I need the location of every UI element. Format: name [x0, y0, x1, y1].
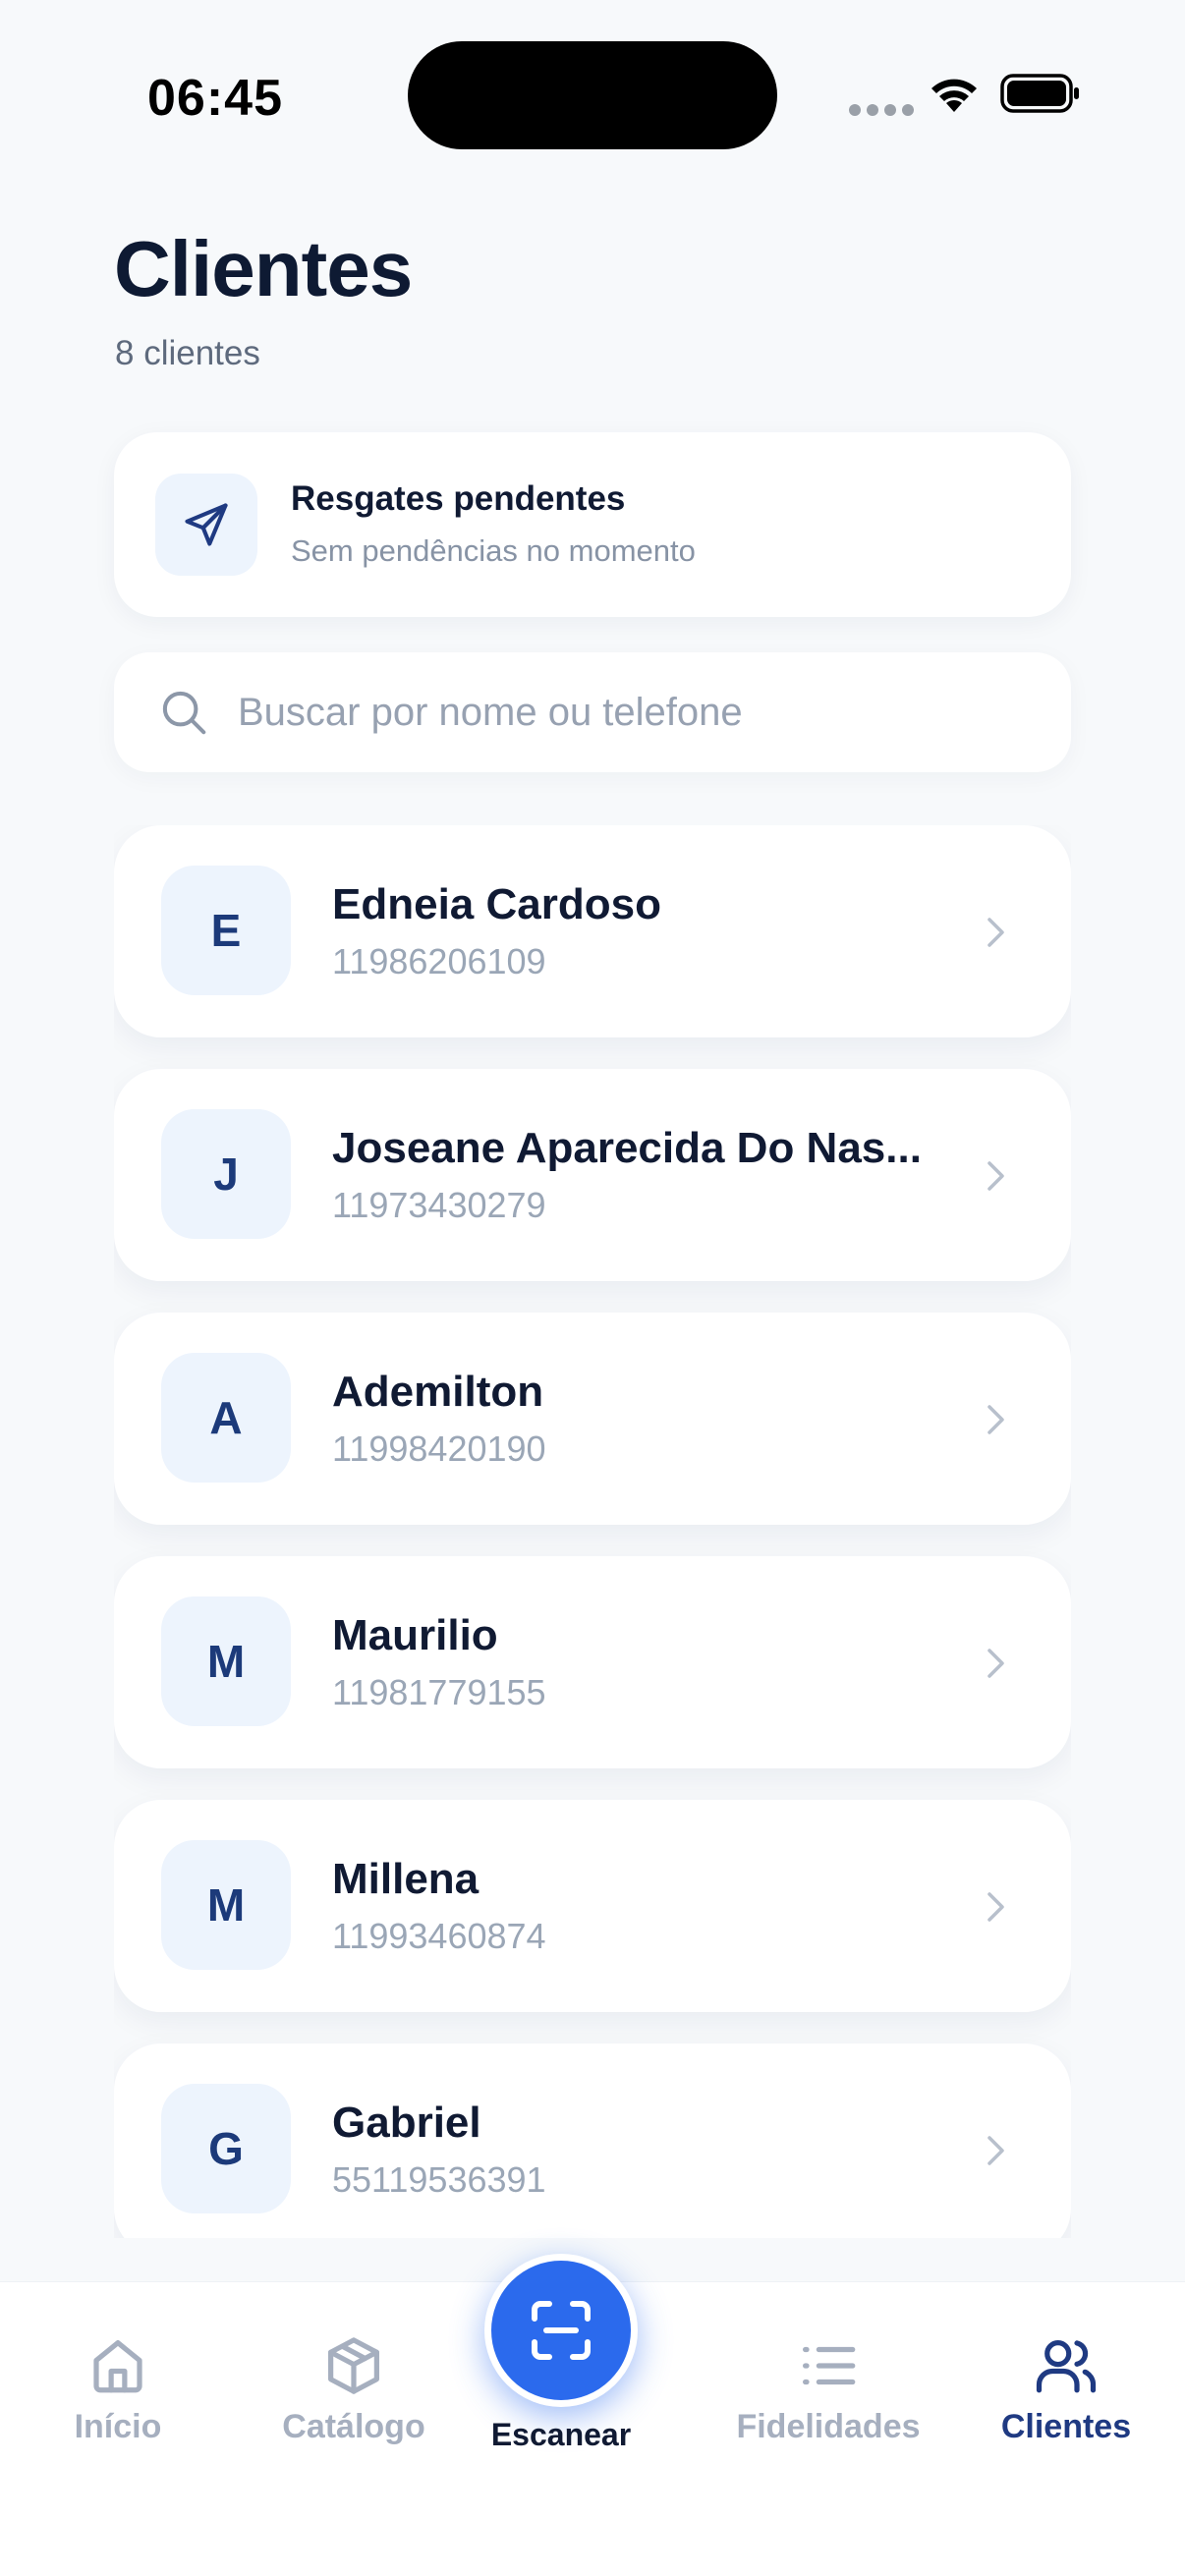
chevron-right-icon [988, 1161, 1004, 1191]
tab-label: Fidelidades [736, 2408, 921, 2445]
pending-subtitle: Sem pendências no momento [291, 533, 696, 568]
box-icon [328, 2337, 379, 2394]
wifi-icon [931, 79, 977, 112]
chevron-right-icon [988, 1649, 1004, 1678]
client-phone: 11986206109 [332, 941, 546, 981]
chevron-right-icon [988, 1405, 1004, 1434]
avatar: E [161, 866, 291, 995]
tab-clientes[interactable]: Clientes [958, 2333, 1174, 2446]
client-name: Maurilio [332, 1611, 498, 1659]
pending-icon-box [155, 474, 257, 576]
pending-redemptions-card[interactable]: Resgates pendentes Sem pendências no mom… [114, 432, 1071, 617]
list-icon [803, 2346, 856, 2385]
chevron-right-icon [988, 1892, 1004, 1922]
tab-catalogo[interactable]: Catálogo [246, 2333, 462, 2446]
dynamic-island [408, 41, 777, 149]
tab-fidelidades[interactable]: Fidelidades [720, 2333, 936, 2446]
client-card[interactable]: M Millena 11993460874 [114, 1800, 1071, 2012]
chevron-right-icon [988, 918, 1004, 947]
tab-label: Catálogo [282, 2408, 425, 2445]
avatar: G [161, 2084, 291, 2213]
tab-label: Clientes [1000, 2408, 1132, 2445]
battery-icon [1000, 74, 1079, 113]
search-input[interactable] [238, 652, 1044, 772]
scan-label: Escanear [490, 2417, 632, 2452]
client-phone: 11981779155 [332, 1672, 546, 1712]
chevron-right-icon [988, 2136, 1004, 2165]
screen: 06:45 Clientes 8 clientes Resgates pende… [0, 0, 1185, 2576]
client-phone: 11973430279 [332, 1185, 546, 1225]
client-card[interactable]: A Ademilton 11998420190 [114, 1313, 1071, 1525]
tab-inicio[interactable]: Início [10, 2333, 226, 2446]
client-phone: 55119536391 [332, 2159, 546, 2200]
client-phone: 11998420190 [332, 1428, 546, 1469]
scan-icon [532, 2301, 591, 2360]
client-count: 8 clientes [115, 334, 260, 372]
client-name: Ademilton [332, 1368, 544, 1416]
avatar: A [161, 1353, 291, 1483]
client-name: Millena [332, 1855, 480, 1903]
send-icon [185, 503, 228, 546]
tab-label: Início [74, 2408, 162, 2445]
avatar: M [161, 1596, 291, 1726]
client-list[interactable]: E Edneia Cardoso 11986206109 J Joseane A… [114, 825, 1071, 2238]
avatar: M [161, 1840, 291, 1970]
pending-title: Resgates pendentes [291, 479, 626, 518]
scan-button[interactable] [484, 2254, 638, 2407]
client-card[interactable]: E Edneia Cardoso 11986206109 [114, 825, 1071, 1037]
cellular-signal-icon [849, 104, 914, 116]
client-phone: 11993460874 [332, 1916, 546, 1956]
client-card[interactable]: G Gabriel 55119536391 [114, 2044, 1071, 2238]
home-icon [93, 2340, 142, 2393]
avatar: J [161, 1109, 291, 1239]
client-name: Joseane Aparecida Do Nas... [332, 1124, 922, 1172]
page-title: Clientes [114, 225, 413, 312]
users-icon [1036, 2340, 1097, 2393]
client-card[interactable]: J Joseane Aparecida Do Nas... 1197343027… [114, 1069, 1071, 1281]
client-card[interactable]: M Maurilio 11981779155 [114, 1556, 1071, 1768]
client-name: Edneia Cardoso [332, 880, 661, 928]
client-name: Gabriel [332, 2099, 481, 2147]
status-time: 06:45 [147, 70, 283, 127]
search-icon [162, 691, 206, 735]
search-bar[interactable] [114, 652, 1071, 772]
